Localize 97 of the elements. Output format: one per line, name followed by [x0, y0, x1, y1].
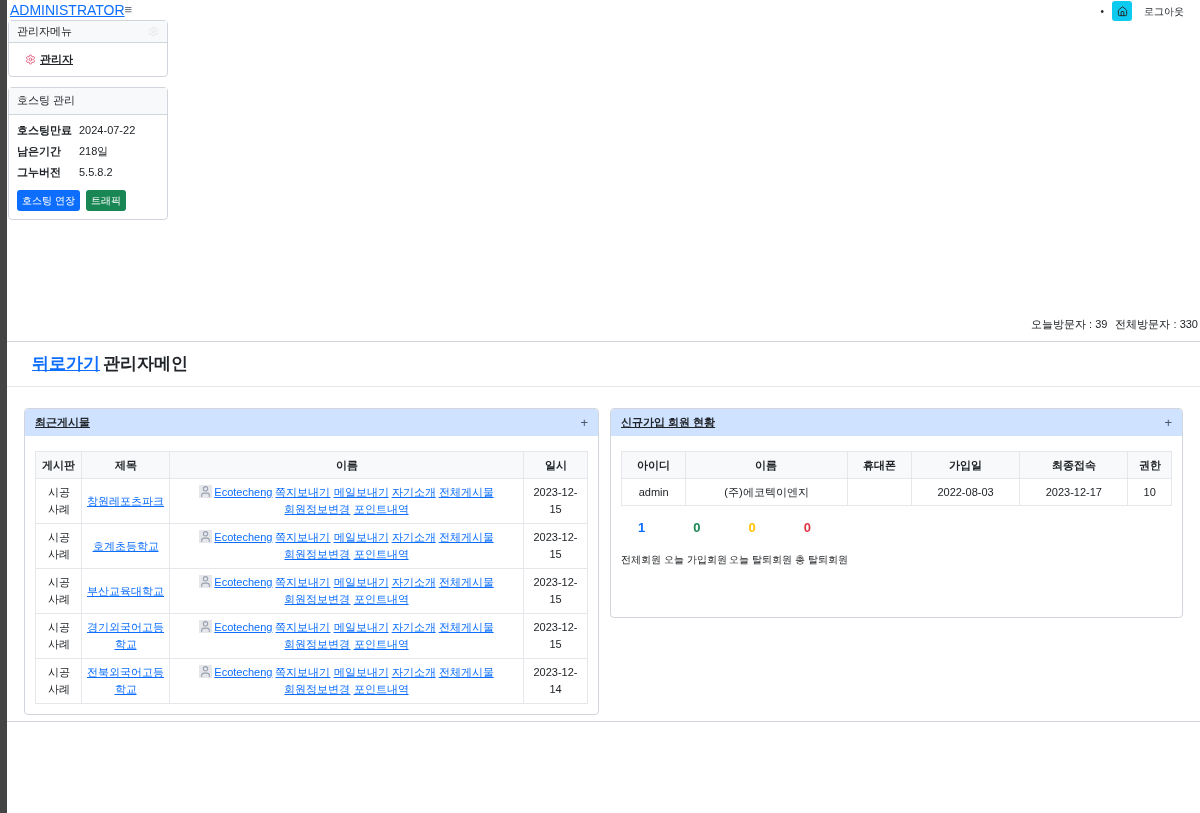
info-value: 5.5.8.2: [79, 164, 113, 180]
member-link[interactable]: 포인트내역: [353, 681, 409, 698]
table-cell: 10: [1128, 478, 1172, 506]
member-link[interactable]: 메일보내기: [333, 484, 389, 501]
info-label: 그누버전: [17, 164, 62, 180]
member-link[interactable]: 회원정보변경: [284, 681, 351, 698]
column-header: 이름: [685, 451, 848, 479]
member-link[interactable]: 메일보내기: [333, 529, 389, 546]
home-icon: [1116, 5, 1128, 17]
column-header: 제목: [81, 451, 170, 479]
member-link[interactable]: 쪽지보내기: [275, 484, 331, 501]
avatar-icon: [199, 575, 213, 588]
member-count: 0: [692, 519, 702, 537]
card-title: 최근게시물: [35, 415, 90, 431]
page-title: 관리자메인: [103, 353, 188, 376]
gear-icon: [25, 53, 36, 65]
table-cell: 시공사례: [35, 613, 82, 659]
table-cell: (주)에코텍이엔지: [685, 478, 848, 506]
table-cell: 2022-08-03: [911, 478, 1020, 506]
card-title: 관리자메뉴: [17, 24, 72, 40]
avatar-icon: [199, 485, 213, 498]
member-link[interactable]: 메일보내기: [333, 619, 389, 636]
table-cell: 2023-12-15: [523, 568, 588, 614]
member-link[interactable]: 전체게시물: [438, 619, 494, 636]
brand-link[interactable]: ADMINISTRATOR: [10, 0, 125, 21]
member-link[interactable]: 회원정보변경: [284, 546, 351, 563]
table-cell: 시공사례: [35, 568, 82, 614]
member-link[interactable]: 쪽지보내기: [275, 574, 331, 591]
table-cell: 2023-12-17: [1019, 478, 1128, 506]
bullet: •: [1100, 4, 1104, 19]
member-count: 0: [747, 519, 757, 537]
menu-toggle[interactable]: ≡: [124, 0, 133, 20]
member-link[interactable]: Ecotecheng: [214, 664, 273, 681]
member-link[interactable]: 자기소개: [391, 619, 436, 636]
member-link[interactable]: 쪽지보내기: [275, 529, 331, 546]
member-link[interactable]: 전체게시물: [438, 529, 494, 546]
member-link[interactable]: 회원정보변경: [284, 501, 351, 518]
member-link[interactable]: Ecotecheng: [214, 529, 273, 546]
total-visitors: 전체방문자 : 330: [1115, 316, 1198, 332]
expand-button[interactable]: +: [580, 412, 588, 433]
card-title: 호스팅 관리: [17, 93, 76, 109]
info-label: 호스팅만료: [17, 122, 71, 138]
member-link[interactable]: 자기소개: [391, 574, 436, 591]
member-link[interactable]: Ecotecheng: [214, 484, 273, 501]
info-value: 218일: [79, 143, 109, 159]
table-cell: 시공사례: [35, 658, 82, 704]
table-cell: 2023-12-15: [523, 613, 588, 659]
member-link[interactable]: 자기소개: [391, 529, 436, 546]
expand-button[interactable]: +: [1164, 412, 1172, 433]
table-cell: admin: [621, 478, 686, 506]
column-header: 권한: [1128, 451, 1172, 479]
member-count: 0: [802, 519, 812, 537]
back-link[interactable]: 뒤로가기: [32, 351, 100, 377]
table-cell: [847, 478, 912, 506]
member-link[interactable]: 자기소개: [391, 664, 436, 681]
avatar-icon: [199, 620, 213, 633]
member-link[interactable]: 회원정보변경: [284, 636, 351, 653]
column-header: 최종접속: [1019, 451, 1128, 479]
table-cell: 시공사례: [35, 523, 82, 569]
table-cell: 시공사례: [35, 478, 82, 524]
action-button[interactable]: 트래픽: [85, 189, 126, 211]
logout-link[interactable]: 로그아웃: [1144, 3, 1184, 19]
member-link[interactable]: 회원정보변경: [284, 591, 351, 608]
today-visitors: 오늘방문자 : 39: [1031, 316, 1108, 332]
info-label: 남은기간: [17, 143, 62, 159]
member-link[interactable]: 자기소개: [391, 484, 436, 501]
member-link[interactable]: 포인트내역: [353, 591, 409, 608]
member-link[interactable]: 메일보내기: [333, 574, 389, 591]
home-button[interactable]: [1112, 1, 1132, 21]
member-count: 1: [637, 519, 647, 537]
member-link[interactable]: 포인트내역: [353, 636, 409, 653]
column-header: 일시: [523, 451, 588, 479]
member-link[interactable]: 전체게시물: [438, 664, 494, 681]
column-header: 아이디: [621, 451, 686, 479]
count-caption: 전체회원 오늘 가입회원 오늘 탈퇴회원 총 탈퇴회원: [621, 552, 849, 567]
table-cell: 2023-12-15: [523, 478, 588, 524]
member-link[interactable]: 포인트내역: [353, 546, 409, 563]
column-header: 휴대폰: [847, 451, 912, 479]
table-cell: 2023-12-15: [523, 523, 588, 569]
member-link[interactable]: 메일보내기: [333, 664, 389, 681]
member-link[interactable]: 전체게시물: [438, 484, 494, 501]
card-title: 신규가입 회원 현황: [621, 415, 716, 431]
column-header: 게시판: [35, 451, 82, 479]
member-link[interactable]: 쪽지보내기: [275, 619, 331, 636]
menu-item[interactable]: 관리자: [25, 51, 167, 68]
column-header: 가입일: [911, 451, 1020, 479]
table-cell: 2023-12-14: [523, 658, 588, 704]
column-header: 이름: [169, 451, 524, 479]
avatar-icon: [199, 530, 213, 543]
member-link[interactable]: 전체게시물: [438, 574, 494, 591]
action-button[interactable]: 호스팅 연장: [17, 189, 80, 211]
avatar-icon: [199, 665, 213, 678]
member-link[interactable]: Ecotecheng: [214, 619, 273, 636]
member-link[interactable]: Ecotecheng: [214, 574, 273, 591]
member-link[interactable]: 포인트내역: [353, 501, 409, 518]
member-link[interactable]: 쪽지보내기: [275, 664, 331, 681]
info-value: 2024-07-22: [79, 122, 136, 138]
